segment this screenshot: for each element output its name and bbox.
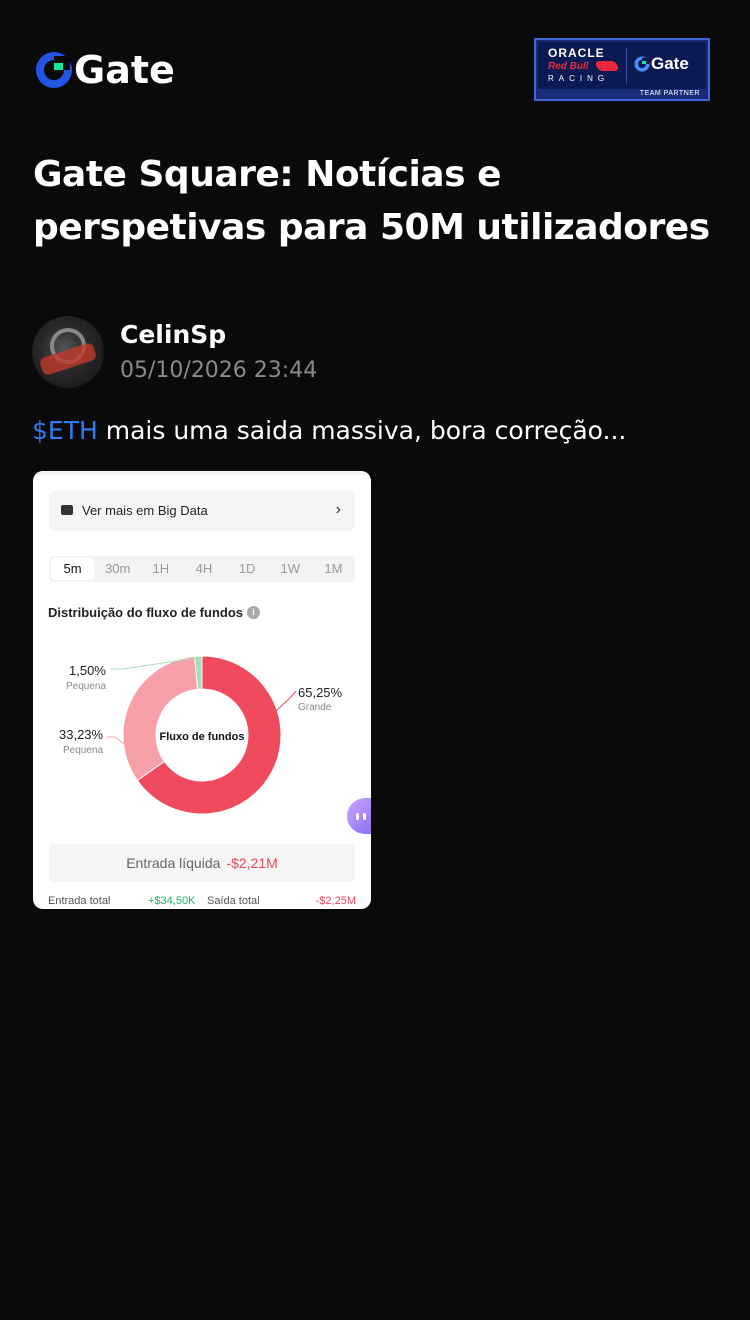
slice-label-grande: Grande <box>298 702 332 713</box>
partner-racing-text: RACING <box>548 74 610 83</box>
donut-slice-pequena-1 <box>122 655 199 782</box>
team-partner-badge: ORACLE Red Bull RACING Gate TEAM PARTNER <box>534 38 710 101</box>
author-block[interactable]: CelinSp 05/10/2026 23:44 <box>32 316 532 388</box>
big-data-label: Ver mais em Big Data <box>82 503 208 518</box>
total-outflow-value: -$2,25M <box>315 895 356 907</box>
redbull-icon <box>596 61 618 71</box>
gate-logo-icon <box>36 52 72 88</box>
chart-icon <box>61 505 73 515</box>
totals-row: Entrada total +$34,50K Saída total -$2,2… <box>48 895 356 909</box>
author-name[interactable]: CelinSp <box>120 320 226 349</box>
total-outflow-label: Saída total <box>207 895 260 907</box>
big-data-link: Ver mais em Big Data › <box>49 491 355 531</box>
partner-oracle-text: ORACLE <box>548 46 605 60</box>
partner-redbull-text: Red Bull <box>548 61 589 72</box>
slice-value-pequena-1: 33,23% <box>59 727 104 742</box>
avatar[interactable] <box>32 316 104 388</box>
header: Gate ORACLE Red Bull RACING Gate TEAM PA… <box>0 0 750 130</box>
total-inflow-label: Entrada total <box>48 895 111 907</box>
period-tab: 4H <box>195 561 213 576</box>
period-tab: 1D <box>238 561 256 576</box>
total-inflow-value: +$34,50K <box>148 895 196 907</box>
slice-value-grande: 65,25% <box>298 685 343 700</box>
post-text: $ETH mais uma saida massiva, bora correç… <box>32 416 626 445</box>
period-tab: 30m <box>105 561 131 576</box>
net-inflow-label: Entrada líquida <box>126 855 221 871</box>
donut-center-label: Fluxo de fundos <box>160 731 245 743</box>
partner-gate-logo: Gate <box>634 54 689 74</box>
net-inflow-box: Entrada líquida -$2,21M <box>49 844 355 882</box>
flow-donut-chart: Fluxo de fundos 65,25% Grande 33,23% Peq… <box>33 641 371 821</box>
partner-divider <box>626 48 627 84</box>
post-timestamp: 05/10/2026 23:44 <box>120 358 318 383</box>
assistant-bubble-icon <box>347 798 371 834</box>
logo-text: Gate <box>74 48 175 92</box>
gate-logo[interactable]: Gate <box>36 50 175 90</box>
net-inflow-value: -$2,21M <box>226 855 278 871</box>
chevron-right-icon: › <box>335 501 341 518</box>
gate-logo-icon <box>634 56 650 72</box>
period-tabs: 5m 30m 1H 4H 1D 1W 1M <box>49 556 355 582</box>
period-tab: 1W <box>280 561 301 576</box>
leader-line-grande <box>275 690 297 712</box>
period-tab: 1M <box>324 561 343 576</box>
image-top-strip <box>33 471 371 475</box>
slice-value-pequena-2: 1,50% <box>69 663 106 678</box>
post-body: mais uma saida massiva, bora correção... <box>97 416 627 445</box>
team-partner-label: TEAM PARTNER <box>639 90 700 97</box>
period-tab: 1H <box>152 561 170 576</box>
distribution-title: Distribuição do fluxo de fundos <box>48 605 243 620</box>
eth-tag-link[interactable]: $ETH <box>32 416 98 445</box>
slice-label-pequena-2: Pequena <box>66 681 107 692</box>
post-image[interactable]: Ver mais em Big Data › 5m 30m 1H 4H 1D 1… <box>33 471 371 909</box>
slice-label-pequena-1: Pequena <box>63 745 104 756</box>
info-icon: i <box>247 606 260 619</box>
page-title: Gate Square: Notícias e perspetivas para… <box>33 154 710 248</box>
period-tab: 5m <box>51 558 95 580</box>
